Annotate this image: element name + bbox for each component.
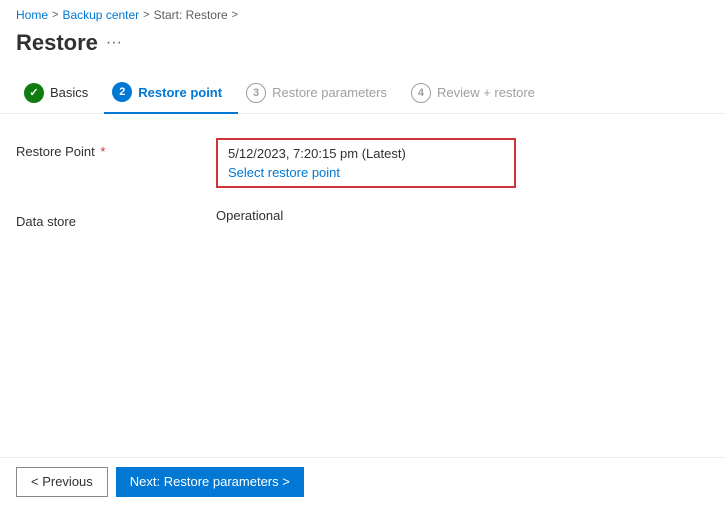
- breadcrumb-sep-3: >: [232, 9, 238, 21]
- page-title: Restore: [16, 30, 98, 56]
- step-review-restore-circle: 4: [411, 83, 431, 103]
- step-restore-parameters-circle: 3: [246, 83, 266, 103]
- next-button[interactable]: Next: Restore parameters >: [116, 467, 304, 497]
- data-store-label: Data store: [16, 208, 216, 229]
- step-restore-point-label: Restore point: [138, 85, 222, 100]
- breadcrumb-home[interactable]: Home: [16, 8, 48, 22]
- restore-point-label: Restore Point *: [16, 138, 216, 159]
- breadcrumb-backup-center[interactable]: Backup center: [62, 8, 139, 22]
- data-store-row: Data store Operational: [16, 208, 709, 229]
- wizard-steps: Basics 2 Restore point 3 Restore paramet…: [0, 72, 725, 114]
- data-store-value: Operational: [216, 208, 709, 223]
- breadcrumb: Home > Backup center > Start: Restore >: [0, 0, 725, 26]
- step-basics[interactable]: Basics: [16, 73, 104, 113]
- required-indicator: *: [97, 144, 106, 159]
- breadcrumb-sep-1: >: [52, 9, 58, 21]
- restore-point-row: Restore Point * 5/12/2023, 7:20:15 pm (L…: [16, 138, 709, 188]
- step-basics-label: Basics: [50, 85, 88, 100]
- form-content: Restore Point * 5/12/2023, 7:20:15 pm (L…: [0, 138, 725, 229]
- step-restore-point-circle: 2: [112, 82, 132, 102]
- restore-point-value-container: 5/12/2023, 7:20:15 pm (Latest) Select re…: [216, 138, 709, 188]
- restore-point-box[interactable]: 5/12/2023, 7:20:15 pm (Latest) Select re…: [216, 138, 516, 188]
- previous-button[interactable]: < Previous: [16, 467, 108, 497]
- step-restore-parameters[interactable]: 3 Restore parameters: [238, 73, 403, 113]
- select-restore-point-link[interactable]: Select restore point: [228, 165, 340, 180]
- footer: < Previous Next: Restore parameters >: [0, 457, 725, 505]
- restore-point-datetime: 5/12/2023, 7:20:15 pm (Latest): [228, 146, 504, 161]
- step-review-restore-label: Review + restore: [437, 85, 535, 100]
- more-options-icon[interactable]: ···: [106, 34, 122, 52]
- step-restore-parameters-label: Restore parameters: [272, 85, 387, 100]
- step-basics-circle: [24, 83, 44, 103]
- page-title-row: Restore ···: [0, 26, 725, 72]
- breadcrumb-sep-2: >: [143, 9, 149, 21]
- check-icon: [29, 86, 38, 99]
- breadcrumb-start-restore: Start: Restore: [154, 8, 228, 22]
- step-restore-point[interactable]: 2 Restore point: [104, 72, 238, 114]
- step-review-restore[interactable]: 4 Review + restore: [403, 73, 551, 113]
